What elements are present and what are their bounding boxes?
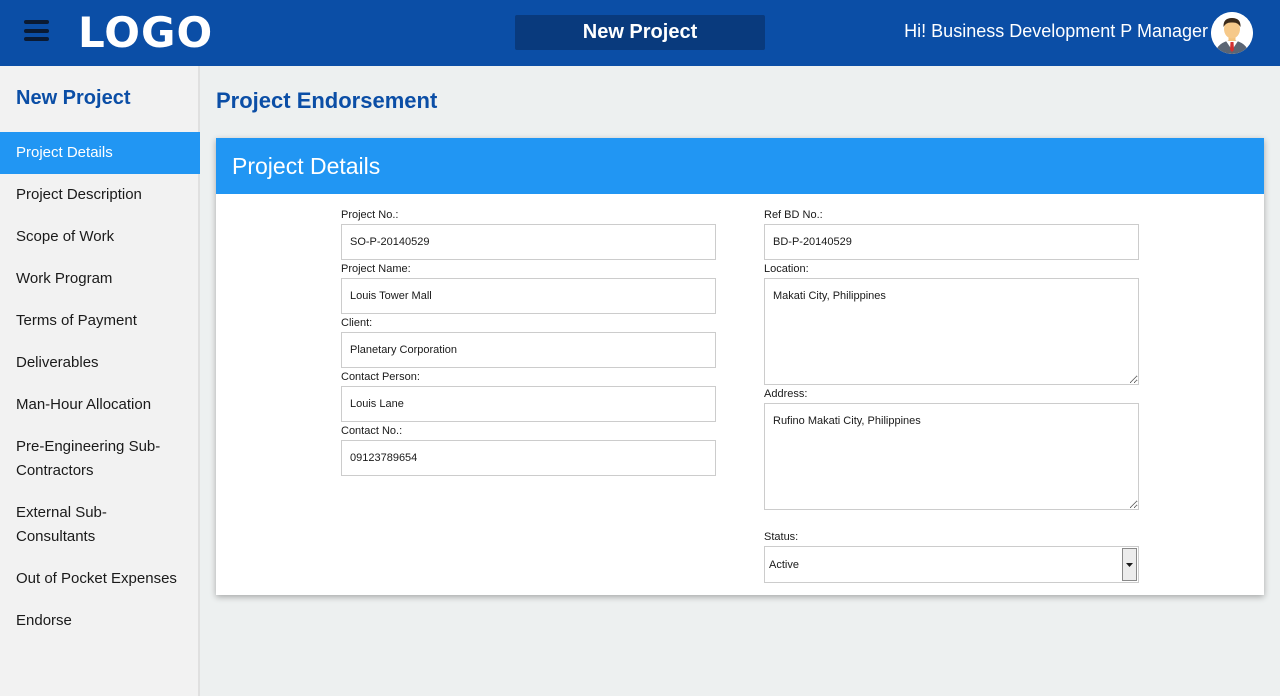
user-avatar[interactable] bbox=[1211, 12, 1253, 54]
address-label: Address: bbox=[764, 388, 808, 400]
sidebar-item-man-hour-allocation[interactable]: Man-Hour Allocation bbox=[0, 384, 200, 426]
project-name-label: Project Name: bbox=[341, 263, 411, 275]
project-name-input[interactable] bbox=[341, 278, 716, 314]
top-header: LOGO New Project Hi! Business Developmen… bbox=[0, 0, 1280, 66]
address-textarea[interactable]: Rufino Makati City, Philippines bbox=[764, 403, 1139, 510]
sidebar-item-deliverables[interactable]: Deliverables bbox=[0, 342, 200, 384]
logo[interactable]: LOGO bbox=[78, 8, 213, 57]
sidebar-nav: Project Details Project Description Scop… bbox=[0, 132, 200, 642]
sidebar: New Project Project Details Project Desc… bbox=[0, 66, 200, 696]
contact-person-input[interactable] bbox=[341, 386, 716, 422]
chevron-down-icon[interactable] bbox=[1122, 548, 1137, 581]
project-no-label: Project No.: bbox=[341, 209, 399, 221]
sidebar-item-terms-of-payment[interactable]: Terms of Payment bbox=[0, 300, 200, 342]
status-label: Status: bbox=[764, 531, 799, 543]
client-input[interactable] bbox=[341, 332, 716, 368]
contact-no-input[interactable] bbox=[341, 440, 716, 476]
location-textarea[interactable]: Makati City, Philippines bbox=[764, 278, 1139, 385]
client-label: Client: bbox=[341, 317, 373, 329]
header-title: New Project bbox=[515, 15, 765, 50]
sidebar-heading: New Project bbox=[16, 87, 131, 109]
sidebar-item-pre-engineering-sub-contractors[interactable]: Pre-Engineering Sub-Contractors bbox=[0, 426, 200, 492]
status-select[interactable]: Active bbox=[764, 546, 1139, 583]
sidebar-item-work-program[interactable]: Work Program bbox=[0, 258, 200, 300]
sidebar-item-project-description[interactable]: Project Description bbox=[0, 174, 200, 216]
contact-no-label: Contact No.: bbox=[341, 425, 403, 437]
location-label: Location: bbox=[764, 263, 809, 275]
project-no-input[interactable] bbox=[341, 224, 716, 260]
card-title: Project Details bbox=[216, 138, 1264, 194]
sidebar-item-project-details[interactable]: Project Details bbox=[0, 132, 200, 174]
ref-bd-no-input[interactable] bbox=[764, 224, 1139, 260]
user-greeting: Hi! Business Development P Manager bbox=[904, 21, 1208, 41]
sidebar-item-external-sub-consultants[interactable]: External Sub-Consultants bbox=[0, 492, 200, 558]
status-select-value: Active bbox=[769, 559, 799, 571]
address-field-wrap: Rufino Makati City, Philippines bbox=[764, 403, 1139, 510]
contact-person-label: Contact Person: bbox=[341, 371, 420, 383]
project-details-card: Project Details Project No.: Project Nam… bbox=[216, 138, 1264, 595]
sidebar-item-scope-of-work[interactable]: Scope of Work bbox=[0, 216, 200, 258]
location-field-wrap: Makati City, Philippines bbox=[764, 278, 1139, 385]
sidebar-item-endorse[interactable]: Endorse bbox=[0, 600, 200, 642]
hamburger-menu-icon[interactable] bbox=[24, 20, 49, 45]
page-title: Project Endorsement bbox=[216, 88, 438, 113]
ref-bd-no-label: Ref BD No.: bbox=[764, 209, 823, 221]
sidebar-item-out-of-pocket-expenses[interactable]: Out of Pocket Expenses bbox=[0, 558, 200, 600]
